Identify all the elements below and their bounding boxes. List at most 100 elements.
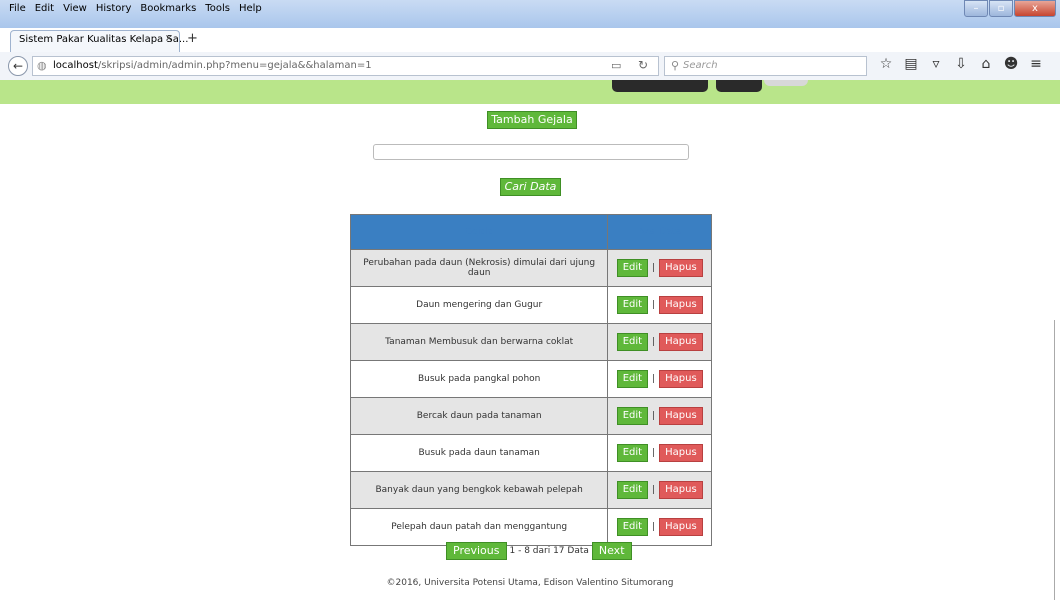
browser-search-input[interactable]: ⚲ Search: [664, 56, 867, 76]
gejala-cell: Busuk pada daun tanaman: [349, 434, 609, 472]
action-group: Edit | Hapus: [609, 481, 710, 499]
table-header-row: Gejala Aksi Data: [349, 214, 712, 250]
table-row: Pelepah daun patah dan menggantung Edit | H…: [349, 508, 712, 546]
delete-button[interactable]: Hapus: [659, 518, 703, 536]
header-banner-image: [612, 80, 808, 94]
action-separator: |: [652, 522, 656, 532]
action-cell: Edit | Hapus: [607, 360, 712, 398]
action-cell: Edit | Hapus: [607, 434, 712, 472]
action-separator: |: [652, 263, 656, 273]
action-cell: Edit | Hapus: [607, 323, 712, 361]
address-bar[interactable]: ◍ localhost/skripsi/admin/admin.php?menu…: [32, 56, 659, 76]
gejala-cell: Pelepah daun patah dan menggantung: [349, 508, 609, 546]
maximize-button[interactable]: ▫: [989, 0, 1013, 17]
pagination: Previous 1 - 8 dari 17 Data Next: [446, 542, 632, 560]
reader-view-icon[interactable]: ▭: [611, 59, 621, 72]
hamburger-menu-icon[interactable]: ≡: [1025, 56, 1047, 72]
action-cell: Edit | Hapus: [607, 471, 712, 509]
reload-icon[interactable]: ↻: [638, 58, 648, 72]
banner-shape: [612, 80, 708, 92]
browser-toolbar: ☆ ▤ ▿ ⇩ ⌂ ☻ ≡: [875, 56, 1050, 72]
page-info: 1 - 8 dari 17 Data: [509, 546, 589, 556]
edit-button[interactable]: Edit: [616, 444, 649, 462]
menu-view[interactable]: View: [60, 0, 93, 16]
tab-active[interactable]: Sistem Pakar Kualitas Kelapa Sa... ×: [10, 30, 188, 52]
menu-help[interactable]: Help: [236, 0, 268, 16]
action-group: Edit | Hapus: [609, 296, 710, 314]
delete-button[interactable]: Hapus: [659, 444, 703, 462]
back-arrow-icon[interactable]: ←: [8, 56, 28, 76]
gejala-cell: Tanaman Membusuk dan berwarna coklat: [349, 323, 609, 361]
edit-button[interactable]: Edit: [616, 296, 649, 314]
edit-button[interactable]: Edit: [616, 407, 649, 425]
table-row: Perubahan pada daun (Nekrosis) dimulai d…: [349, 249, 712, 287]
page-footer: ©2016, Universita Potensi Utama, Edison …: [386, 578, 674, 588]
close-window-button[interactable]: x: [1014, 0, 1056, 17]
gejala-cell: Bercak daun pada tanaman: [349, 397, 609, 435]
edit-button[interactable]: Edit: [616, 333, 649, 351]
action-group: Edit | Hapus: [609, 518, 710, 536]
tab-close-icon[interactable]: ×: [165, 33, 173, 44]
gejala-cell: Daun mengering dan Gugur: [349, 286, 609, 324]
search-input[interactable]: [373, 144, 689, 160]
window-controls: – ▫ x: [963, 0, 1056, 17]
bookmark-star-icon[interactable]: ☆: [875, 56, 897, 72]
action-cell: Edit | Hapus: [607, 397, 712, 435]
tab-title: Sistem Pakar Kualitas Kelapa Sa...: [19, 34, 189, 45]
edit-button[interactable]: Edit: [616, 370, 649, 388]
scrollbar[interactable]: [1054, 320, 1059, 600]
action-separator: |: [652, 300, 656, 310]
next-page-button[interactable]: Next: [591, 542, 632, 560]
add-gejala-button[interactable]: Tambah Gejala: [487, 111, 577, 129]
banner-shape: [764, 80, 808, 86]
edit-button[interactable]: Edit: [616, 518, 649, 536]
delete-button[interactable]: Hapus: [659, 296, 703, 314]
delete-button[interactable]: Hapus: [659, 370, 703, 388]
action-separator: |: [652, 485, 656, 495]
delete-button[interactable]: Hapus: [659, 407, 703, 425]
menu-history[interactable]: History: [93, 0, 138, 16]
download-icon[interactable]: ⇩: [950, 56, 972, 72]
delete-button[interactable]: Hapus: [659, 481, 703, 499]
menu-edit[interactable]: Edit: [32, 0, 60, 16]
navigation-bar: ← ◍ localhost/skripsi/admin/admin.php?me…: [0, 52, 1060, 81]
url-path: /skripsi/admin/admin.php?menu=gejala&&ha…: [97, 60, 372, 71]
minimize-button[interactable]: –: [964, 0, 988, 17]
action-group: Edit | Hapus: [609, 407, 710, 425]
table-row: Daun mengering dan Gugur Edit | Hapus: [349, 286, 712, 324]
table-row: Tanaman Membusuk dan berwarna coklat Edit…: [349, 323, 712, 361]
edit-button[interactable]: Edit: [616, 481, 649, 499]
home-icon[interactable]: ⌂: [975, 56, 997, 72]
delete-button[interactable]: Hapus: [659, 259, 703, 277]
title-bar: File Edit View History Bookmarks Tools H…: [0, 0, 1060, 28]
previous-page-button[interactable]: Previous: [446, 542, 507, 560]
new-tab-button[interactable]: +: [187, 31, 198, 46]
pocket-icon[interactable]: ▿: [925, 56, 947, 72]
column-header-aksi: Aksi Data: [607, 214, 712, 250]
gejala-cell: Banyak daun yang bengkok kebawah pelepah: [349, 471, 609, 509]
action-cell: Edit | Hapus: [607, 286, 712, 324]
menu-bar: File Edit View History Bookmarks Tools H…: [6, 0, 268, 16]
action-separator: |: [652, 374, 656, 384]
header-band: [0, 80, 1060, 104]
action-separator: |: [652, 448, 656, 458]
delete-button[interactable]: Hapus: [659, 333, 703, 351]
bookmarks-list-icon[interactable]: ▤: [900, 56, 922, 72]
menu-file[interactable]: File: [6, 0, 32, 16]
column-header-gejala: Gejala: [349, 214, 609, 250]
action-group: Edit | Hapus: [609, 333, 710, 351]
search-data-button[interactable]: Cari Data: [500, 178, 561, 196]
smiley-icon[interactable]: ☻: [1000, 56, 1022, 72]
table-row: Busuk pada pangkal pohon Edit | Hapus: [349, 360, 712, 398]
edit-button[interactable]: Edit: [616, 259, 649, 277]
globe-icon: ◍: [37, 59, 47, 72]
menu-bookmarks[interactable]: Bookmarks: [137, 0, 202, 16]
banner-shape: [716, 80, 762, 92]
menu-tools[interactable]: Tools: [202, 0, 236, 16]
action-cell: Edit | Hapus: [607, 508, 712, 546]
table-row: Busuk pada daun tanaman Edit | Hapus: [349, 434, 712, 472]
search-icon: ⚲: [671, 59, 680, 72]
url-host: localhost: [53, 60, 98, 71]
browser-search-placeholder: Search: [683, 60, 718, 71]
action-separator: |: [652, 337, 656, 347]
